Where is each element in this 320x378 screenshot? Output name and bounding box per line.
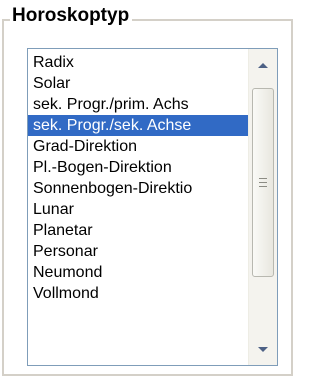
list-item-8[interactable]: Planetar	[28, 220, 248, 241]
list-item-4[interactable]: Grad-Direktion	[28, 136, 248, 157]
list-item-6[interactable]: Sonnenbogen-Direktio	[28, 178, 248, 199]
scroll-up-button[interactable]	[252, 54, 274, 76]
scroll-down-button[interactable]	[252, 338, 274, 360]
list-item-5[interactable]: Pl.-Bogen-Direktion	[28, 157, 248, 178]
arrow-up-icon	[258, 62, 268, 68]
list-item-11[interactable]: Vollmond	[28, 283, 248, 304]
group-title: Horoskoptyp	[10, 4, 133, 28]
arrow-down-icon	[258, 346, 268, 352]
scrollbar-thumb[interactable]	[252, 88, 274, 277]
list-item-2[interactable]: sek. Progr./prim. Achs	[28, 94, 248, 115]
list-item-9[interactable]: Personar	[28, 241, 248, 262]
list-item-0[interactable]: Radix	[28, 52, 248, 73]
list-item-7[interactable]: Lunar	[28, 199, 248, 220]
list-item-3-selected[interactable]: sek. Progr./sek. Achse	[28, 115, 248, 136]
list-item-1[interactable]: Solar	[28, 73, 248, 94]
grip-icon	[259, 178, 267, 187]
list-item-10[interactable]: Neumond	[28, 262, 248, 283]
horoskoptyp-listbox[interactable]: Radix Solar sek. Progr./prim. Achs sek. …	[27, 48, 278, 366]
vertical-scrollbar[interactable]	[248, 49, 277, 365]
